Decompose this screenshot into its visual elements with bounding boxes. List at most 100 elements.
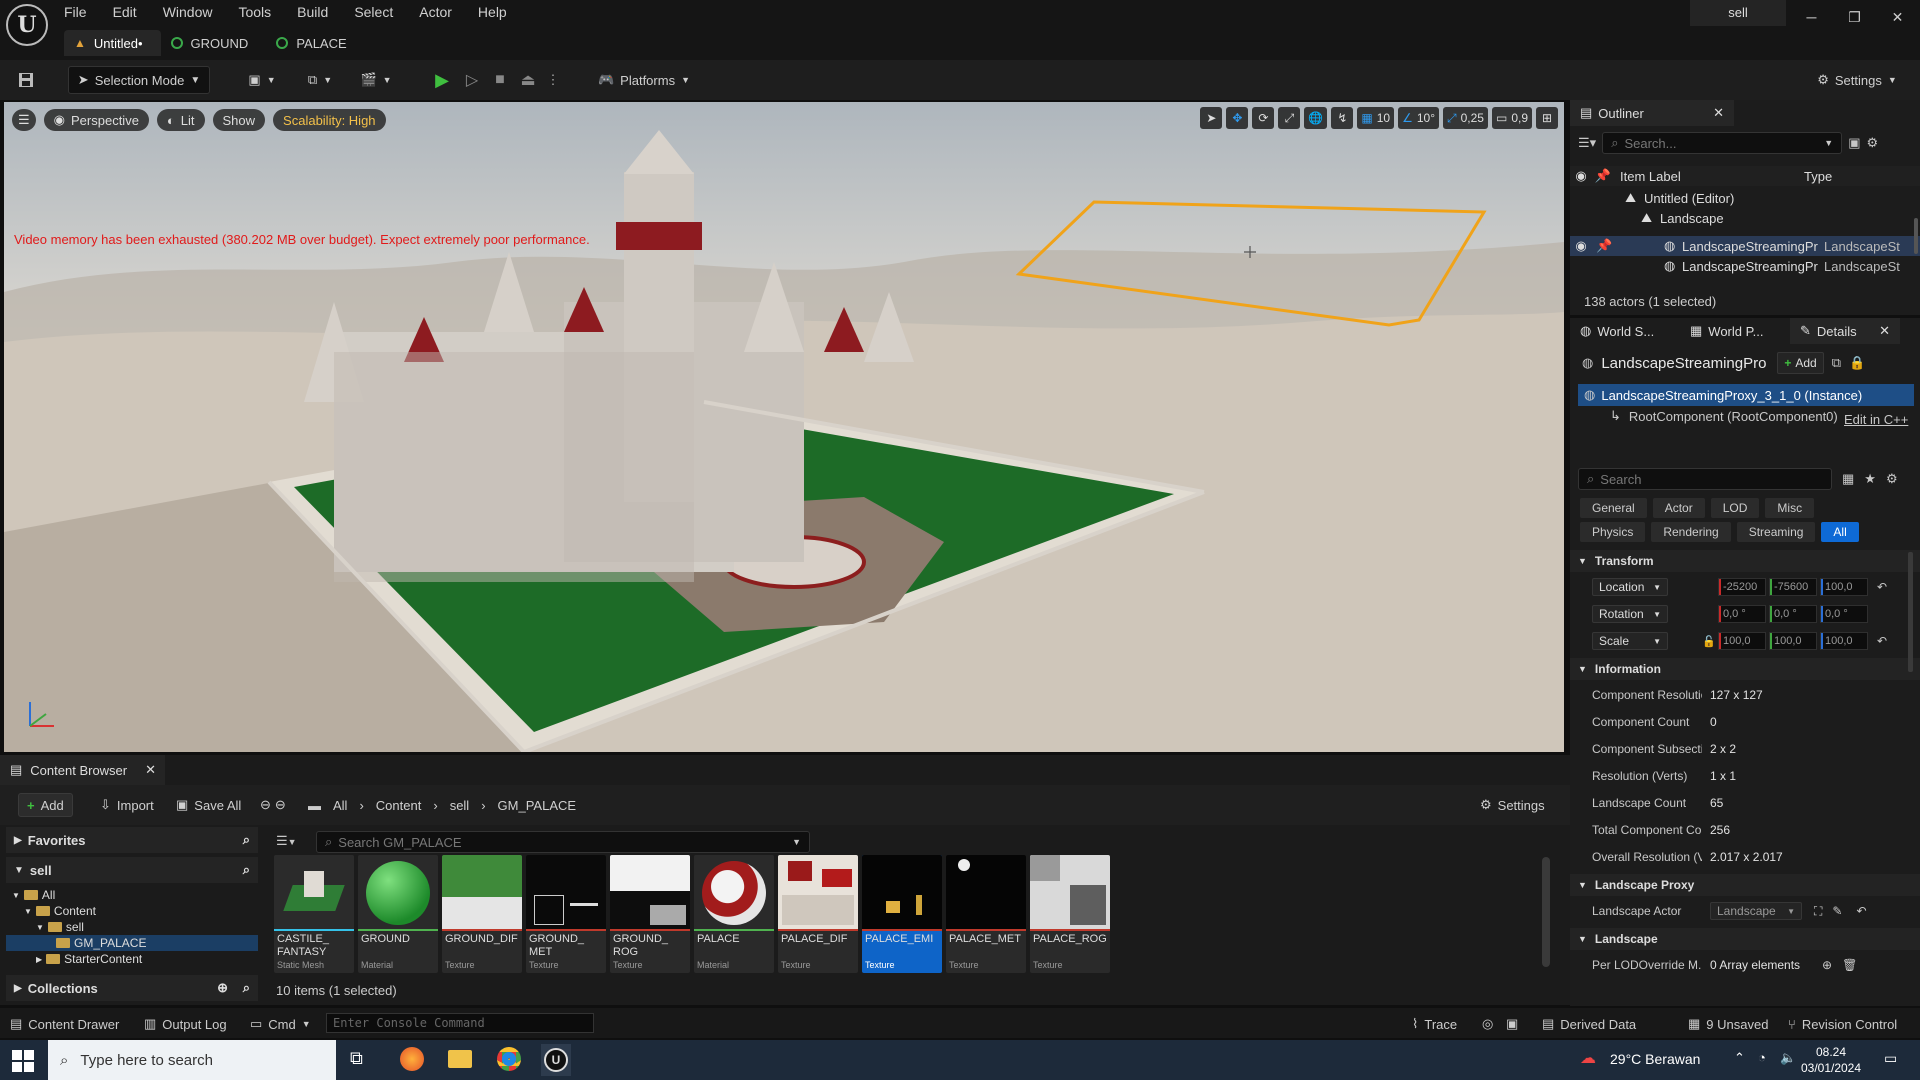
tree-item-sell[interactable]: ▼ sell [6,919,258,935]
outliner-tab[interactable]: ▤ Outliner ✕ [1570,100,1734,126]
filter-misc[interactable]: Misc [1765,498,1815,518]
search-icon[interactable]: ⌕ [243,862,250,878]
close-icon[interactable]: ✕ [145,762,156,778]
gear-icon[interactable]: ⚙ [1866,135,1878,151]
menu-edit[interactable]: Edit [113,4,137,20]
tab-world-partition[interactable]: ▦ World P... [1680,318,1790,344]
firefox-icon[interactable] [400,1047,424,1071]
breadcrumb-all[interactable]: All [333,798,347,813]
outliner-row-streaming-proxy[interactable]: ◉ 📌 ◍ LandscapeStreamingPr LandscapeSt [1570,236,1920,256]
lock-icon[interactable]: 🔓 [1702,635,1718,648]
viewport-menu-icon[interactable]: ☰ [12,109,36,131]
rotation-z-field[interactable]: 0,0 ° [1820,605,1868,623]
asset-search-input[interactable]: ⌕ Search GM_PALACE ▼ [316,831,810,853]
eject-icon[interactable]: ⏏ [516,66,540,94]
asset-scrollbar[interactable] [1542,857,1550,967]
add-button[interactable]: + Add [18,793,73,817]
blueprint-icon[interactable]: ⧉ [1832,355,1841,371]
filter-physics[interactable]: Physics [1580,522,1646,542]
search-icon[interactable]: ⌕ [243,980,250,996]
unreal-logo-icon[interactable]: U [6,4,48,46]
close-icon[interactable]: ✕ [1713,105,1724,121]
asset-tile[interactable]: PALACE_MET Texture [946,855,1026,973]
cb-settings-button[interactable]: ⚙ Settings [1472,793,1553,817]
cinematics-icon[interactable]: 🎬 ▼ [354,66,398,94]
asset-tile[interactable]: GROUND Material [358,855,438,973]
rotation-mode-dropdown[interactable]: Rotation ▼ [1592,605,1668,623]
play-icon[interactable]: ▶ [430,66,454,94]
add-element-icon[interactable]: ⊕ [1822,958,1832,972]
location-y-field[interactable]: -75600 [1769,578,1817,596]
tree-item-all[interactable]: ▼ All [6,887,258,903]
select-mode-icon[interactable]: ➤ [1200,107,1223,129]
back-icon[interactable]: ⊖ [260,797,271,813]
filter-general[interactable]: General [1580,498,1647,518]
level-viewport[interactable]: ☰ ◉ Perspective ◐ Lit Show Scalability: … [4,102,1564,752]
tree-item-starter-content[interactable]: ▶ StarterContent [6,951,258,967]
perspective-button[interactable]: ◉ Perspective [43,109,149,131]
import-button[interactable]: ⇩ Import [92,793,162,817]
taskbar-search-input[interactable]: ⌕ Type here to search [48,1040,336,1080]
translate-icon[interactable]: ✥ [1226,107,1249,129]
asset-tile[interactable]: CASTILE_ FANTASY Static Mesh [274,855,354,973]
outliner-row-world[interactable]: ⛰ Untitled (Editor) [1570,188,1920,208]
restore-icon[interactable]: ❐ [1833,0,1876,34]
windows-start-icon[interactable] [12,1050,34,1072]
landscape-proxy-section-header[interactable]: ▼ Landscape Proxy [1570,874,1920,896]
filter-icon[interactable]: ☰▾ [1578,135,1596,151]
sell-root-header[interactable]: ▼ sell ⌕ [6,857,258,883]
task-view-icon[interactable]: ⧉ [350,1048,363,1069]
outliner-search-input[interactable]: ⌕ Search... ▼ [1602,132,1843,154]
stop-icon[interactable]: ■ [488,66,512,94]
trace-button[interactable]: ⌇ Trace [1412,1014,1457,1034]
gear-icon[interactable]: ⚙ [1886,471,1898,487]
chrome-icon[interactable] [497,1047,521,1071]
visibility-icon[interactable]: ◉ [1570,168,1592,184]
unsaved-button[interactable]: ▦ 9 Unsaved [1688,1014,1768,1034]
rotation-y-field[interactable]: 0,0 ° [1769,605,1817,623]
menu-window[interactable]: Window [163,4,213,20]
tree-item-content[interactable]: ▼ Content [6,903,258,919]
item-label-header[interactable]: Item Label [1614,169,1794,184]
output-log-button[interactable]: ▥ Output Log [144,1014,227,1034]
filter-icon[interactable]: ☰▼ [276,833,297,849]
details-search-input[interactable]: ⌕ Search [1578,468,1832,490]
lit-button[interactable]: ◐ Lit [156,109,205,131]
menu-file[interactable]: File [64,4,87,20]
favorites-star-icon[interactable]: ★ [1864,471,1876,487]
derived-data-button[interactable]: ▤ Derived Data [1542,1014,1636,1034]
landscape-actor-dropdown[interactable]: Landscape ▼ [1710,902,1802,920]
filter-lod[interactable]: LOD [1710,498,1760,518]
forward-icon[interactable]: ⊖ [275,797,286,813]
blueprint-icon[interactable]: ⧉ ▼ [298,66,342,94]
add-collection-icon[interactable]: ⊕ [217,980,228,996]
close-icon[interactable]: ✕ [1879,323,1890,339]
asset-tile[interactable]: PALACE_EMI Texture [862,855,942,973]
screenshot-icon[interactable]: ▣ [1506,1014,1518,1034]
camera-speed-button[interactable]: ▭ 0,9 [1491,107,1532,129]
menu-tools[interactable]: Tools [238,4,271,20]
reset-icon[interactable]: ↶ [1877,634,1887,648]
breadcrumb-gm-palace[interactable]: GM_PALACE [498,798,577,813]
network-icon[interactable]: ◔ [1758,1050,1766,1065]
settings-button[interactable]: ⚙ Settings ▼ [1812,66,1902,94]
save-icon[interactable] [14,66,38,94]
tab-palace[interactable]: PALACE [266,30,364,56]
cmd-dropdown[interactable]: ▭ Cmd ▼ [250,1014,311,1034]
save-all-button[interactable]: ▣ Save All [168,793,249,817]
browse-icon[interactable]: ⛶ [1814,904,1822,919]
trash-icon[interactable]: 🗑 [1842,958,1857,972]
visibility-icon[interactable]: ◉ [1570,238,1592,254]
transform-section-header[interactable]: ▼ Transform [1570,550,1920,572]
location-z-field[interactable]: 100,0 [1820,578,1868,596]
tab-ground[interactable]: GROUND [161,30,267,56]
filter-streaming[interactable]: Streaming [1736,522,1816,542]
clock[interactable]: 08.24 03/01/2024 [1796,1044,1866,1076]
notifications-icon[interactable]: ▭ [1884,1050,1897,1067]
more-options-icon[interactable]: ⋮ [546,66,560,94]
lock-icon[interactable]: 🔒 [1849,355,1865,371]
asset-tile[interactable]: PALACE_ROG Texture [1030,855,1110,973]
surface-snap-icon[interactable]: ↯ [1331,107,1354,129]
eyedropper-icon[interactable]: ✎ [1832,904,1842,918]
asset-tile[interactable]: GROUND_ ROG Texture [610,855,690,973]
